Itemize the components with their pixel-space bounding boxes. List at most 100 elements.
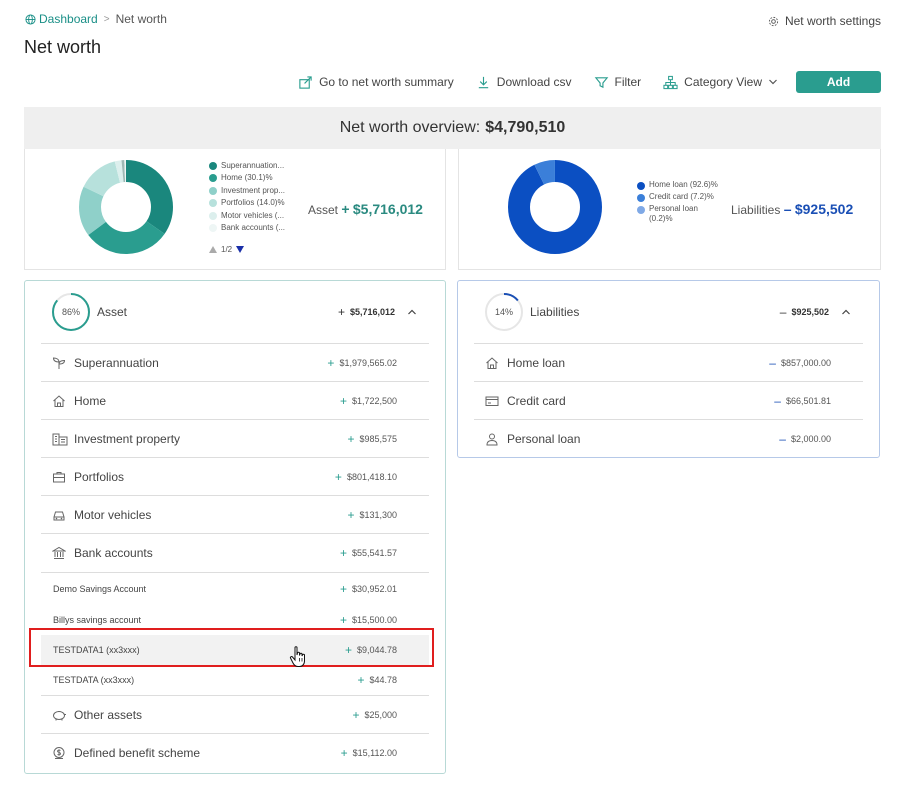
row-sign: + — [347, 507, 355, 522]
chevron-up-icon[interactable] — [841, 307, 851, 317]
row-label: Home loan — [507, 355, 566, 370]
row-amount: $44.78 — [369, 675, 397, 685]
row-amount: $131,300 — [359, 509, 397, 520]
toolbar: Go to net worth summary Download csv Fil… — [276, 71, 881, 93]
bank-sub-row[interactable]: Demo Savings Account + $30,952.01 — [41, 573, 429, 604]
person-icon — [485, 431, 501, 447]
asset-row-portfolios[interactable]: Portfolios + $801,418.10 — [41, 458, 429, 496]
bank-icon — [52, 545, 68, 561]
chevron-down-icon — [769, 79, 777, 85]
coin-icon — [52, 745, 68, 761]
row-sign: + — [327, 355, 335, 370]
row-sign: + — [339, 612, 347, 627]
asset-row-other-assets[interactable]: Other assets + $25,000 — [41, 696, 429, 734]
row-sign: + — [339, 546, 347, 560]
briefcase-icon — [52, 469, 68, 485]
liabilities-chart-total: Liabilities – $925,502 — [731, 201, 853, 217]
liab-percent-ring: 14% — [484, 292, 524, 332]
category-view-dropdown[interactable]: Category View — [663, 75, 778, 90]
asset-legend-item[interactable]: Portfolios (14.0)% — [209, 197, 285, 209]
gear-icon — [768, 16, 779, 26]
row-value: + $15,112.00 — [341, 746, 397, 760]
row-label: Credit card — [507, 393, 566, 408]
row-sign: + — [352, 707, 360, 722]
row-label: Bank accounts — [74, 546, 153, 560]
asset-row-home[interactable]: Home + $1,722,500 — [41, 382, 429, 420]
credit-card-icon — [485, 393, 501, 409]
liabilities-chart-card: Home loan (92.6)% Credit card (7.2)% Per… — [458, 149, 881, 270]
add-button[interactable]: Add — [796, 71, 881, 93]
asset-legend-item[interactable]: Investment prop... — [209, 185, 285, 197]
liab-row-home-loan[interactable]: Home loan – $857,000.00 — [474, 344, 863, 382]
liab-total-sign: – — [783, 201, 792, 217]
legend-page-indicator: 1/2 — [221, 245, 233, 254]
row-amount: $985,575 — [359, 433, 397, 444]
legend-label: Home loan (92.6)% — [649, 180, 718, 189]
asset-total-value: $5,716,012 — [352, 201, 423, 217]
hierarchy-icon — [663, 75, 678, 89]
row-value: + $55,541.57 — [340, 546, 397, 560]
filter-button[interactable]: Filter — [594, 75, 641, 90]
breadcrumb-dashboard-link[interactable]: Dashboard — [25, 12, 98, 26]
liab-legend-item[interactable]: Credit card (7.2)% — [637, 192, 721, 202]
asset-row-defined-benefit[interactable]: Defined benefit scheme + $15,112.00 — [41, 734, 429, 772]
asset-legend-item[interactable]: Home (30.1)% — [209, 172, 285, 184]
home-icon — [485, 355, 501, 371]
go-to-summary-button[interactable]: Go to net worth summary — [298, 75, 454, 90]
liab-row-credit-card[interactable]: Credit card – $66,501.81 — [474, 382, 863, 420]
bank-sub-row[interactable]: TESTDATA (xx3xxx) + $44.78 — [41, 665, 429, 696]
breadcrumb-dashboard-label: Dashboard — [39, 12, 98, 26]
asset-percent-ring: 86% — [51, 292, 91, 332]
row-label: Investment property — [74, 431, 181, 446]
legend-prev-page-icon[interactable] — [209, 246, 217, 253]
asset-row-superannuation[interactable]: Superannuation + $1,979,565.02 — [41, 344, 429, 382]
net-worth-overview: Net worth overview: $4,790,510 — [24, 107, 881, 149]
row-amount: $25,000 — [364, 709, 397, 720]
category-view-label: Category View — [684, 75, 762, 89]
asset-legend-item[interactable]: Superannuation... — [209, 160, 285, 172]
liab-legend-item[interactable]: Personal loan (0.2)% — [637, 204, 721, 224]
liab-percent-label: 14% — [494, 307, 513, 317]
row-label: Home — [74, 393, 107, 408]
assets-panel-header[interactable]: 86% Asset + $5,716,012 — [41, 281, 429, 344]
asset-row-bank-accounts[interactable]: Bank accounts + $55,541.57 — [41, 534, 429, 572]
row-amount: $1,979,565.02 — [339, 357, 397, 368]
legend-label: Home (30.1)% — [221, 173, 273, 183]
row-amount: $15,112.00 — [352, 748, 397, 758]
asset-legend-item[interactable]: Motor vehicles (... — [209, 210, 285, 222]
row-label: Superannuation — [74, 355, 159, 370]
breadcrumb-current: Net worth — [115, 12, 167, 26]
asset-row-investment-property[interactable]: Investment property + $985,575 — [41, 420, 429, 458]
share-icon — [299, 75, 312, 89]
legend-swatch — [209, 199, 217, 208]
row-value: + $985,575 — [347, 432, 397, 446]
liabilities-donut-chart — [508, 160, 602, 254]
row-sign: – — [774, 393, 781, 408]
liabilities-list: Home loan – $857,000.00 Credit card – $66,… — [474, 344, 863, 458]
liabilities-panel-header[interactable]: 14% Liabilities – $925,502 — [474, 281, 863, 344]
asset-total-label: Asset — [308, 203, 339, 217]
legend-next-page-icon[interactable] — [236, 246, 245, 253]
row-sign: – — [779, 432, 786, 446]
asset-legend-item[interactable]: Bank accounts (... — [209, 222, 285, 234]
row-sign: + — [339, 393, 347, 408]
liab-row-personal-loan[interactable]: Personal loan – $2,000.00 — [474, 420, 863, 458]
asset-legend: Superannuation... Home (30.1)% Investmen… — [209, 160, 285, 234]
chevron-up-icon[interactable] — [407, 307, 417, 317]
liab-legend-item[interactable]: Home loan (92.6)% — [637, 180, 721, 190]
legend-swatch — [637, 194, 645, 202]
page-title: Net worth — [24, 37, 102, 57]
row-label: Other assets — [74, 707, 143, 722]
row-label: Billys savings account — [53, 614, 142, 625]
row-amount: $15,500.00 — [351, 614, 397, 625]
globe-icon — [25, 13, 36, 25]
legend-label: Bank accounts (... — [221, 223, 286, 233]
row-value: + $15,500.00 — [340, 613, 397, 627]
legend-pager: 1/2 — [209, 245, 245, 254]
legend-swatch — [637, 182, 645, 190]
asset-row-motor-vehicles[interactable]: Motor vehicles + $131,300 — [41, 496, 429, 534]
net-worth-settings-link[interactable]: Net worth settings — [768, 14, 881, 28]
row-amount: $55,541.57 — [351, 548, 397, 558]
download-csv-button[interactable]: Download csv — [476, 75, 572, 90]
piggy-bank-icon — [52, 707, 68, 723]
